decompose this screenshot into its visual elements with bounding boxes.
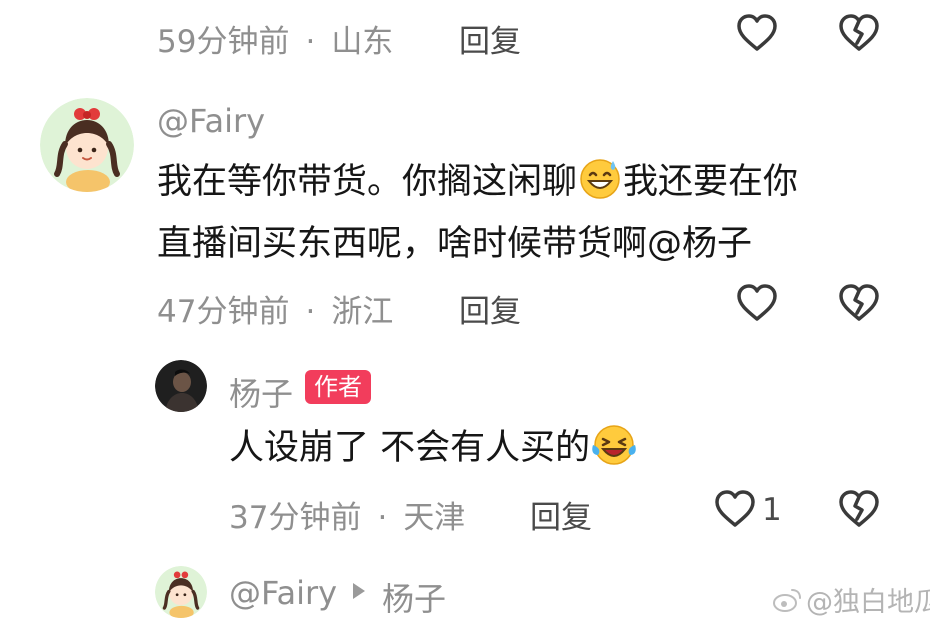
heart-outline-icon	[715, 490, 755, 527]
reply-text-part: 人设崩了 不会有人买的	[229, 428, 591, 468]
meta-separator: ·	[377, 500, 388, 536]
reply-meta: 37分钟前 · 天津	[229, 492, 465, 537]
like-button[interactable]	[736, 13, 778, 53]
reply-location: 天津	[403, 500, 466, 536]
avatar-fairy[interactable]	[40, 98, 134, 192]
reply-username[interactable]: 杨子	[229, 369, 293, 415]
comment-username[interactable]: @Fairy	[157, 102, 265, 140]
reply-button[interactable]: 回复	[530, 492, 592, 537]
reply-button[interactable]: 回复	[459, 286, 521, 331]
reply-from-username[interactable]: @Fairy	[229, 574, 337, 612]
reply-time: 37分钟前	[229, 500, 362, 536]
girl-avatar-icon	[155, 566, 207, 618]
comment-text-line-2: 直播间买东西呢，啥时候带货啊@杨子	[157, 224, 753, 264]
crying-laughing-emoji-icon	[590, 421, 638, 488]
comment-location: 浙江	[331, 294, 394, 330]
comment-time: 59分钟前	[157, 24, 290, 60]
watermark-text: @独白地瓜	[806, 587, 930, 618]
comment-location: 山东	[331, 24, 394, 60]
reply-button[interactable]: 回复	[459, 16, 521, 61]
comment-time: 47分钟前	[157, 294, 290, 330]
broken-heart-icon	[839, 284, 879, 321]
reply-to-username[interactable]: 杨子	[382, 574, 446, 620]
heart-outline-icon	[737, 284, 777, 321]
watermark: @独白地瓜	[772, 580, 930, 619]
like-button[interactable]	[714, 489, 756, 529]
like-button[interactable]	[736, 283, 778, 323]
meta-separator: ·	[305, 24, 316, 60]
broken-heart-icon	[839, 490, 879, 527]
weibo-logo-icon	[772, 587, 802, 613]
heart-outline-icon	[737, 14, 777, 51]
girl-avatar-icon	[40, 98, 134, 192]
comment-text-part: 我在等你带货。你搁这闲聊	[157, 162, 578, 202]
comment-meta: 59分钟前 · 山东	[157, 16, 393, 61]
meta-separator: ·	[305, 294, 316, 330]
reply-text: 人设崩了 不会有人买的	[229, 416, 638, 488]
like-count: 1	[762, 492, 782, 528]
broken-heart-icon	[839, 14, 879, 51]
avatar-fairy[interactable]	[155, 566, 207, 618]
play-triangle-icon	[352, 582, 366, 600]
author-badge: 作者	[305, 370, 371, 404]
dislike-button[interactable]	[838, 13, 880, 53]
comment-meta: 47分钟前 · 浙江	[157, 286, 393, 331]
avatar-yangzi[interactable]	[155, 360, 207, 412]
dislike-button[interactable]	[838, 283, 880, 323]
comment-text-part: 我还要在你	[623, 162, 799, 202]
person-photo-avatar-icon	[155, 360, 207, 412]
dislike-button[interactable]	[838, 489, 880, 529]
